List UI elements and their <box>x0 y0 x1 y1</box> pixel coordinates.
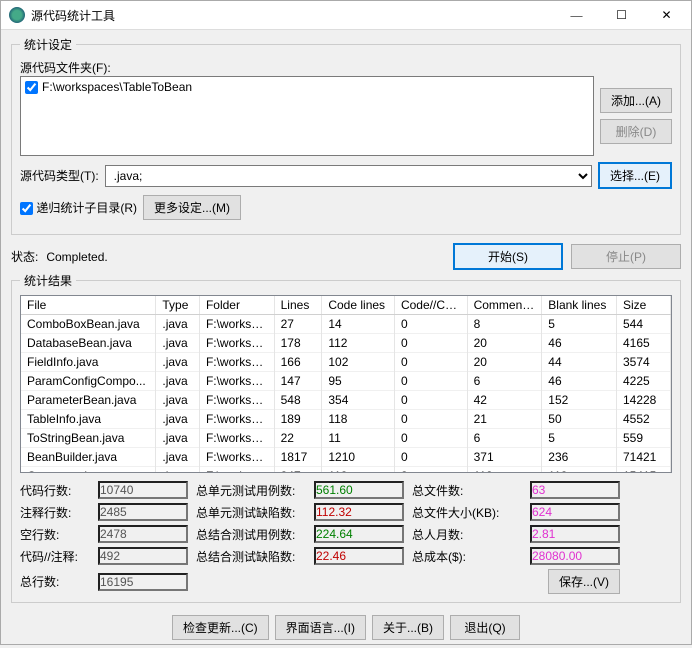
results-legend: 统计结果 <box>20 272 76 289</box>
status-value: Completed. <box>46 250 107 264</box>
titlebar: 源代码统计工具 — ☐ ✕ <box>1 1 691 30</box>
window-title: 源代码统计工具 <box>31 7 554 24</box>
results-group: 统计结果 FileTypeFolderLinesCode linesCode//… <box>11 272 681 603</box>
table-row[interactable]: ParamConfigCompo....javaF:\worksp...1479… <box>21 372 671 391</box>
bottom-bar: 检查更新...(C) 界面语言...(I) 关于...(B) 退出(Q) <box>11 607 681 640</box>
code-lines-value <box>98 481 188 499</box>
app-window: 源代码统计工具 — ☐ ✕ 统计设定 源代码文件夹(F): F:\workspa… <box>0 0 692 645</box>
column-header[interactable]: Code//Co... <box>394 296 467 315</box>
total-lines-label: 总行数: <box>20 573 90 590</box>
recurse-label[interactable]: 递归统计子目录(R) <box>20 199 137 216</box>
unit-cases-label: 总单元测试用例数: <box>196 482 306 499</box>
add-button[interactable]: 添加...(A) <box>600 88 672 113</box>
start-button[interactable]: 开始(S) <box>453 243 563 270</box>
combo-defects-label: 总结合测试缺陷数: <box>196 548 306 565</box>
table-row[interactable]: DatabaseBean.java.javaF:\worksp...178112… <box>21 334 671 353</box>
total-lines-value <box>98 573 188 591</box>
cost-label: 总成本($): <box>412 548 522 565</box>
folder-list[interactable]: F:\workspaces\TableToBean <box>20 76 594 156</box>
save-button[interactable]: 保存...(V) <box>548 569 620 594</box>
minimize-button[interactable]: — <box>554 1 599 29</box>
table-row[interactable]: ParameterBean.java.javaF:\worksp...54835… <box>21 391 671 410</box>
check-update-button[interactable]: 检查更新...(C) <box>172 615 269 640</box>
pm-label: 总人月数: <box>412 526 522 543</box>
close-button[interactable]: ✕ <box>644 1 689 29</box>
folder-item[interactable]: F:\workspaces\TableToBean <box>23 79 591 95</box>
comment-lines-value <box>98 503 188 521</box>
ratio-value <box>98 547 188 565</box>
exit-button[interactable]: 退出(Q) <box>450 615 520 640</box>
folder-path: F:\workspaces\TableToBean <box>42 80 192 94</box>
folder-label: 源代码文件夹(F): <box>20 59 672 76</box>
combo-defects-value <box>314 547 404 565</box>
unit-defects-label: 总单元测试缺陷数: <box>196 504 306 521</box>
column-header[interactable]: Type <box>156 296 200 315</box>
summary-grid: 代码行数: 总单元测试用例数: 总文件数: 注释行数: 总单元测试缺陷数: 总文… <box>20 481 672 594</box>
pm-value <box>530 525 620 543</box>
folder-checkbox[interactable] <box>25 81 38 94</box>
column-header[interactable]: Size <box>616 296 670 315</box>
combo-cases-value <box>314 525 404 543</box>
cost-value <box>530 547 620 565</box>
files-value <box>530 481 620 499</box>
unit-cases-value <box>314 481 404 499</box>
column-header[interactable]: Blank lines <box>542 296 617 315</box>
column-header[interactable]: Folder <box>199 296 274 315</box>
unit-defects-value <box>314 503 404 521</box>
blank-lines-label: 空行数: <box>20 526 90 543</box>
results-table: FileTypeFolderLinesCode linesCode//Co...… <box>21 296 671 473</box>
table-row[interactable]: TableInfo.java.javaF:\worksp...189118021… <box>21 410 671 429</box>
recurse-checkbox[interactable] <box>20 202 33 215</box>
table-row[interactable]: BeanBuilder.java.javaF:\worksp...1817121… <box>21 448 671 467</box>
code-lines-label: 代码行数: <box>20 482 90 499</box>
more-button[interactable]: 更多设定...(M) <box>143 195 241 220</box>
column-header[interactable]: Lines <box>274 296 322 315</box>
stop-button[interactable]: 停止(P) <box>571 244 681 269</box>
delete-button[interactable]: 删除(D) <box>600 119 672 144</box>
language-button[interactable]: 界面语言...(I) <box>275 615 366 640</box>
select-button[interactable]: 选择...(E) <box>598 162 672 189</box>
comment-lines-label: 注释行数: <box>20 504 90 521</box>
maximize-button[interactable]: ☐ <box>599 1 644 29</box>
type-select[interactable]: .java; <box>105 165 592 187</box>
table-row[interactable]: FieldInfo.java.javaF:\worksp...166102020… <box>21 353 671 372</box>
about-button[interactable]: 关于...(B) <box>372 615 444 640</box>
status-label: 状态: <box>11 248 38 265</box>
size-value <box>530 503 620 521</box>
ratio-label: 代码//注释: <box>20 548 90 565</box>
table-row[interactable]: ComboBoxBean.java.javaF:\worksp...271408… <box>21 315 671 334</box>
size-label: 总文件大小(KB): <box>412 504 522 521</box>
files-label: 总文件数: <box>412 482 522 499</box>
table-row[interactable]: ToStringBean.java.javaF:\worksp...221106… <box>21 429 671 448</box>
combo-cases-label: 总结合测试用例数: <box>196 526 306 543</box>
type-label: 源代码类型(T): <box>20 167 99 184</box>
app-icon <box>9 7 25 23</box>
settings-group: 统计设定 源代码文件夹(F): F:\workspaces\TableToBea… <box>11 36 681 235</box>
column-header[interactable]: Comment... <box>467 296 542 315</box>
column-header[interactable]: File <box>21 296 156 315</box>
column-header[interactable]: Code lines <box>322 296 395 315</box>
settings-legend: 统计设定 <box>20 36 76 53</box>
results-table-wrap[interactable]: FileTypeFolderLinesCode linesCode//Co...… <box>20 295 672 473</box>
blank-lines-value <box>98 525 188 543</box>
table-row[interactable]: Constants.java.javaF:\worksp...347113311… <box>21 467 671 474</box>
